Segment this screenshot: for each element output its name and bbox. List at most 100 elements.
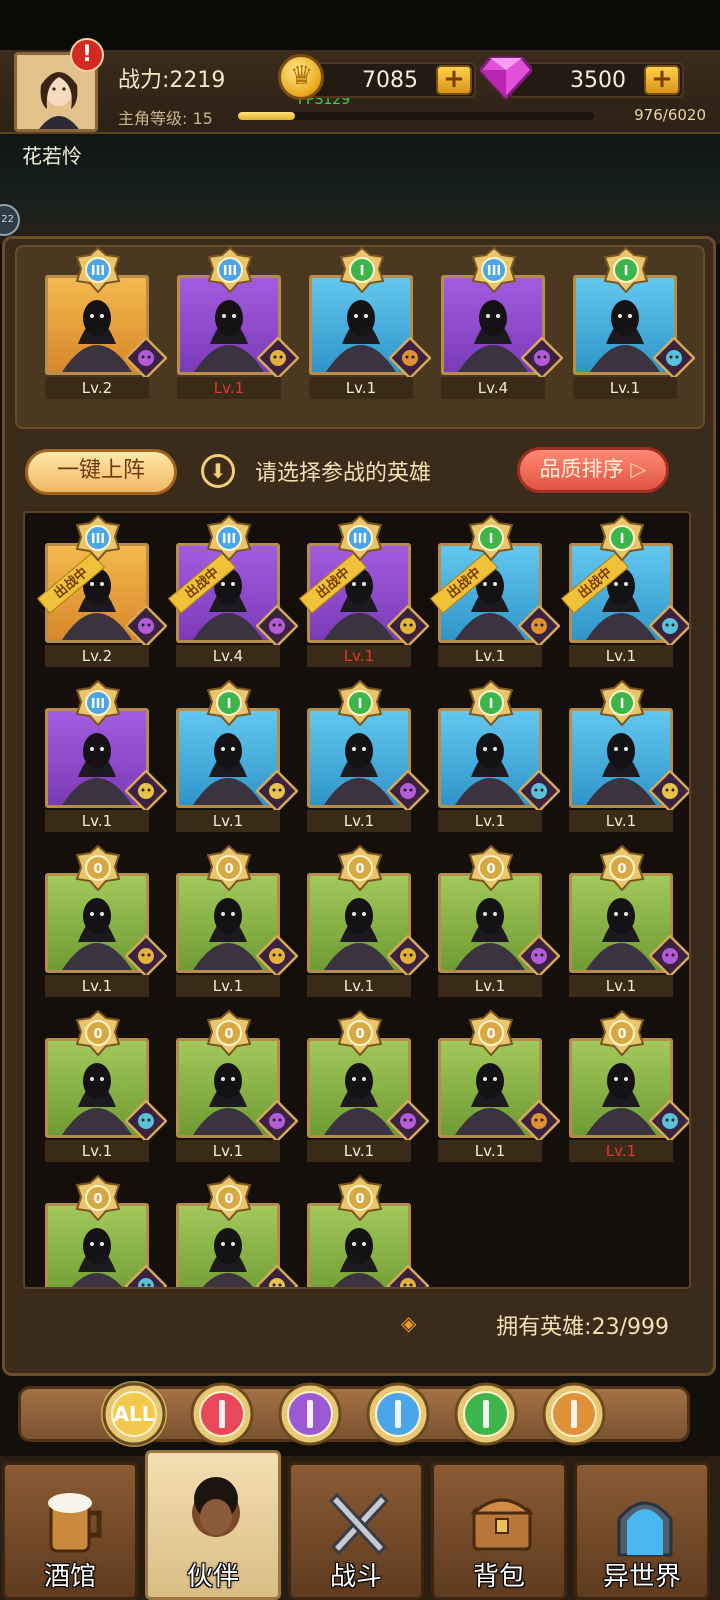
hero-card[interactable]: 0 Lv.1 — [45, 1010, 167, 1162]
quality-sort-button[interactable]: 品质排序 ▷ — [517, 447, 669, 493]
hero-level: Lv.1 — [569, 810, 673, 832]
add-gold-button[interactable]: + — [436, 65, 472, 95]
hero-card[interactable]: 0 Lv.1 — [307, 1010, 429, 1162]
hero-card[interactable]: 0 Lv.1 — [176, 845, 298, 997]
treasure-chest-icon — [470, 1498, 534, 1551]
svg-text:0: 0 — [224, 1027, 233, 1042]
svg-text:0: 0 — [355, 1027, 364, 1042]
one-click-deploy-button[interactable]: 一键上阵 — [25, 449, 177, 495]
hero-card[interactable]: 出战中 I Lv.1 — [560, 515, 689, 667]
owned-count: 23/999 — [591, 1315, 669, 1340]
filter-sword-class[interactable] — [188, 1380, 256, 1448]
gem-icon — [480, 56, 532, 100]
xp-readout: 976/6020 — [634, 106, 706, 124]
hero-card[interactable]: 出战中 III Lv.2 — [36, 515, 167, 667]
crown-icon — [256, 935, 298, 977]
nav-treasure-chest[interactable]: 背包 — [431, 1462, 567, 1600]
angel-icon — [649, 770, 689, 812]
rank-badge-icon: 0 — [206, 1010, 252, 1056]
nav-label: 伙伴 — [186, 1562, 239, 1592]
hero-card[interactable]: 0 Lv.1 — [438, 1010, 560, 1162]
hero-card[interactable]: III Lv.1 — [45, 680, 167, 832]
hero-card[interactable]: I Lv.1 — [309, 247, 431, 399]
filter-dagger-class[interactable] — [364, 1380, 432, 1448]
rank-badge-icon: I — [206, 680, 252, 726]
rank-badge-icon: 0 — [337, 845, 383, 891]
svg-text:0: 0 — [355, 1192, 364, 1207]
nav-partner-face[interactable]: 伙伴 — [145, 1450, 281, 1600]
hero-card[interactable]: 0 Lv.1 — [569, 845, 689, 997]
hero-card[interactable]: 0 Lv.1 — [307, 845, 429, 997]
hero-grid: 出战中 III Lv.2 出战中 III Lv.4 出战中 III Lv.1 出战中 I Lv.1 出战… — [23, 511, 691, 1289]
filter-all[interactable]: ALL — [100, 1380, 168, 1448]
hero-card[interactable]: III Lv.2 — [45, 247, 167, 399]
arrow-down-icon: ⬇ — [201, 454, 235, 488]
svg-text:0: 0 — [93, 1027, 102, 1042]
nav-label: 异世界 — [602, 1562, 681, 1592]
hero-level: Lv.1 — [177, 377, 281, 399]
hero-level: Lv.1 — [176, 1140, 280, 1162]
angel-icon — [256, 770, 298, 812]
alert-badge[interactable]: ! — [70, 38, 104, 72]
hero-card[interactable]: 出战中 III Lv.4 — [167, 515, 298, 667]
partner-face-icon — [192, 1477, 240, 1537]
combat-power: 战力:2219 — [118, 68, 226, 93]
svg-text:0: 0 — [93, 862, 102, 877]
team-lineup: III Lv.2 III Lv.1 I Lv.1 III Lv.4 I Lv.1 — [15, 245, 705, 429]
hero-card[interactable]: 出战中 III Lv.1 — [298, 515, 429, 667]
add-gem-button[interactable]: + — [644, 65, 680, 95]
hero-level: Lv.1 — [438, 645, 542, 667]
crown-icon — [387, 1265, 429, 1287]
hero-card[interactable]: I Lv.1 — [569, 680, 689, 832]
hero-card[interactable]: 出战中 I Lv.1 — [429, 515, 560, 667]
hero-card[interactable]: 0 — [307, 1175, 429, 1287]
hero-card[interactable]: 0 Lv.1 — [569, 1010, 689, 1162]
svg-text:0: 0 — [617, 1027, 626, 1042]
svg-text:III: III — [91, 697, 106, 712]
beer-mug-icon — [48, 1493, 102, 1553]
hero-card[interactable]: 0 — [176, 1175, 298, 1287]
background-scene — [0, 134, 720, 244]
rank-badge-icon: III — [206, 515, 252, 561]
demon-icon — [125, 605, 167, 647]
hero-level: Lv.1 — [309, 377, 413, 399]
hero-card[interactable]: 0 Lv.1 — [45, 845, 167, 997]
hero-card[interactable]: 0 — [45, 1175, 167, 1287]
nav-label: 战斗 — [329, 1562, 382, 1592]
nav-portal[interactable]: 异世界 — [574, 1462, 710, 1600]
xp-bar-fill — [238, 112, 295, 120]
rank-badge-icon: 0 — [468, 845, 514, 891]
hero-card[interactable]: I Lv.1 — [307, 680, 429, 832]
gem-display: 3500 + — [508, 62, 684, 98]
crown-icon — [387, 605, 429, 647]
filter-shield-class[interactable] — [540, 1380, 608, 1448]
demon-icon — [649, 935, 689, 977]
rank-badge-icon: III — [75, 680, 121, 726]
hero-card[interactable]: 0 Lv.1 — [438, 845, 560, 997]
hero-card[interactable]: I Lv.1 — [573, 247, 695, 399]
hero-card[interactable]: III Lv.4 — [441, 247, 563, 399]
rank-badge-icon: 0 — [75, 845, 121, 891]
rank-badge-icon: 0 — [337, 1010, 383, 1056]
nav-beer-mug[interactable]: 酒馆 — [2, 1462, 138, 1600]
svg-text:0: 0 — [224, 1192, 233, 1207]
crossed-swords-icon — [328, 1492, 390, 1556]
lion-icon — [518, 605, 560, 647]
svg-text:I: I — [360, 264, 365, 279]
rank-badge-icon: I — [599, 515, 645, 561]
angel-icon — [256, 1265, 298, 1287]
filter-heal-class[interactable] — [452, 1380, 520, 1448]
nav-crossed-swords[interactable]: 战斗 — [288, 1462, 424, 1600]
hero-level: Lv.1 — [573, 377, 677, 399]
hero-level: Lv.1 — [45, 1140, 149, 1162]
hero-card[interactable]: I Lv.1 — [438, 680, 560, 832]
crown-icon — [387, 935, 429, 977]
sort-arrow-icon: ▷ — [630, 457, 647, 481]
demon-icon — [125, 337, 167, 379]
hero-card[interactable]: III Lv.1 — [177, 247, 299, 399]
hero-level: Lv.1 — [307, 810, 411, 832]
hero-card[interactable]: 0 Lv.1 — [176, 1010, 298, 1162]
filter-staff-class[interactable] — [276, 1380, 344, 1448]
hero-card[interactable]: I Lv.1 — [176, 680, 298, 832]
svg-text:I: I — [489, 532, 494, 547]
